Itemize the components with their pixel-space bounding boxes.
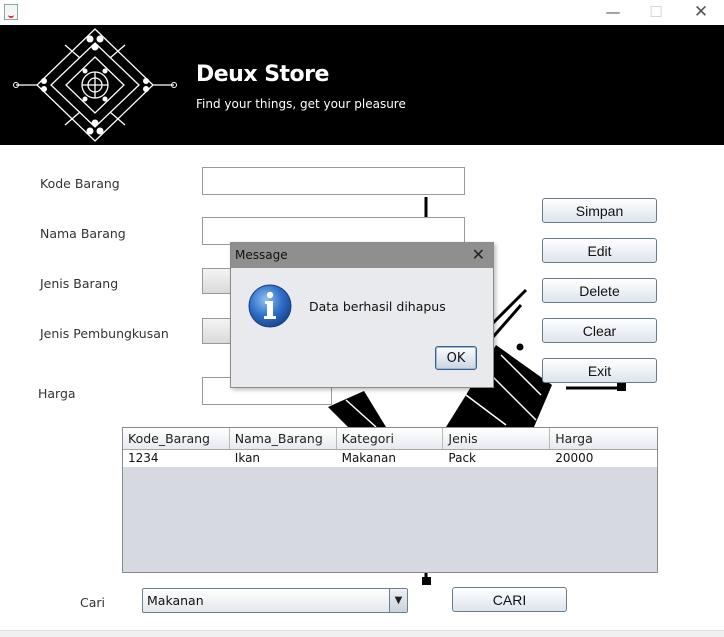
chevron-down-icon[interactable]: ▼ [389,589,407,612]
column-header[interactable]: Nama_Barang [230,428,337,449]
kode-barang-field[interactable] [202,167,465,195]
table-header: Kode_Barang Nama_Barang Kategori Jenis H… [123,428,657,450]
table-row[interactable]: 1234 Ikan Makanan Pack 20000 [123,450,657,467]
close-icon[interactable]: ✕ [472,245,485,264]
table-cell: Ikan [234,451,261,465]
cari-dropdown[interactable]: Makanan ▼ [142,588,408,613]
table-cell: Pack [448,451,476,465]
exit-button[interactable]: Exit [542,358,657,383]
store-subtitle: Find your things, get your pleasure [196,97,406,111]
information-icon [248,284,292,328]
store-title: Deux Store [196,62,329,87]
java-app-icon [4,4,18,20]
nama-barang-label: Nama Barang [40,226,126,241]
maximize-icon[interactable]: ☐ [646,3,666,21]
column-header[interactable]: Kategori [337,428,444,449]
table-cell: 1234 [128,451,159,465]
edit-button[interactable]: Edit [542,238,657,263]
clear-button[interactable]: Clear [542,318,657,343]
nama-barang-field[interactable] [202,217,465,245]
message-dialog: Message ✕ Data berhasil dihapus OK [230,242,494,388]
column-header[interactable]: Kode_Barang [123,428,230,449]
table-cell: 20000 [555,451,594,465]
cari-selected-value: Makanan [147,593,204,608]
minimize-icon[interactable]: — [603,3,623,21]
table-cell: Makanan [341,451,396,465]
dialog-titlebar: Message ✕ [231,243,493,268]
cari-label: Cari [80,595,105,610]
ok-button[interactable]: OK [435,346,477,370]
close-icon[interactable]: ✕ [691,3,711,21]
kode-barang-label: Kode Barang [40,176,120,191]
dialog-message: Data berhasil dihapus [309,299,446,314]
barang-table[interactable]: Kode_Barang Nama_Barang Kategori Jenis H… [122,427,658,573]
jenis-barang-label: Jenis Barang [40,276,119,291]
column-header[interactable]: Harga [550,428,657,449]
store-logo [13,28,177,142]
dialog-title: Message [235,248,288,262]
delete-button[interactable]: Delete [542,278,657,303]
simpan-button[interactable]: Simpan [542,198,657,223]
harga-label: Harga [38,386,76,401]
window-titlebar: — ☐ ✕ [0,0,724,25]
jenis-pembungkusan-label: Jenis Pembungkusan [40,326,169,341]
column-header[interactable]: Jenis [443,428,551,449]
cari-button[interactable]: CARI [452,587,567,612]
